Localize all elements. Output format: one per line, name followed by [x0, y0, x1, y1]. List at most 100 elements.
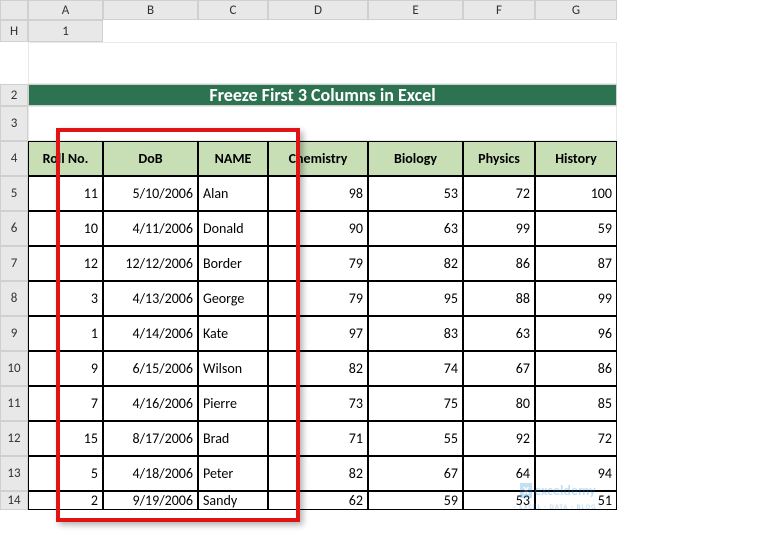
row-header-9[interactable]: 9: [0, 316, 28, 351]
col-header-H[interactable]: H: [0, 20, 28, 42]
table-cell[interactable]: 5: [28, 456, 103, 491]
col-header-B[interactable]: B: [103, 0, 198, 20]
row-header-1[interactable]: 1: [28, 20, 103, 42]
header-history[interactable]: History: [535, 141, 617, 176]
row-header-3[interactable]: 3: [0, 106, 28, 141]
table-cell[interactable]: 83: [368, 316, 463, 351]
table-cell[interactable]: 11: [28, 176, 103, 211]
table-cell[interactable]: 9: [28, 351, 103, 386]
table-cell[interactable]: 7: [28, 386, 103, 421]
header-physics[interactable]: Physics: [463, 141, 535, 176]
table-cell[interactable]: 95: [368, 281, 463, 316]
table-cell[interactable]: 79: [268, 246, 368, 281]
table-cell[interactable]: Wilson: [198, 351, 268, 386]
col-header-E[interactable]: E: [368, 0, 463, 20]
table-cell[interactable]: 63: [463, 316, 535, 351]
cell-empty-row3[interactable]: [28, 106, 617, 141]
table-cell[interactable]: 71: [268, 421, 368, 456]
table-cell[interactable]: 62: [268, 491, 368, 510]
table-cell[interactable]: 63: [368, 211, 463, 246]
row-header-8[interactable]: 8: [0, 281, 28, 316]
table-cell[interactable]: Donald: [198, 211, 268, 246]
table-cell[interactable]: 6/15/2006: [103, 351, 198, 386]
table-cell[interactable]: 86: [463, 246, 535, 281]
col-header-C[interactable]: C: [198, 0, 268, 20]
table-cell[interactable]: 80: [463, 386, 535, 421]
table-cell[interactable]: 85: [535, 386, 617, 421]
table-cell[interactable]: 10: [28, 211, 103, 246]
table-cell[interactable]: Peter: [198, 456, 268, 491]
col-header-F[interactable]: F: [463, 0, 535, 20]
header-roll[interactable]: Roll No.: [28, 141, 103, 176]
table-cell[interactable]: 87: [535, 246, 617, 281]
table-cell[interactable]: 2: [28, 491, 103, 510]
table-cell[interactable]: 15: [28, 421, 103, 456]
table-cell[interactable]: 79: [268, 281, 368, 316]
table-cell[interactable]: 67: [463, 351, 535, 386]
table-cell[interactable]: 82: [268, 456, 368, 491]
row-header-6[interactable]: 6: [0, 211, 28, 246]
table-cell[interactable]: 86: [535, 351, 617, 386]
table-cell[interactable]: George: [198, 281, 268, 316]
row-header-4[interactable]: 4: [0, 141, 28, 176]
table-cell[interactable]: 75: [368, 386, 463, 421]
table-cell[interactable]: 12/12/2006: [103, 246, 198, 281]
row-header-7[interactable]: 7: [0, 246, 28, 281]
table-cell[interactable]: 100: [535, 176, 617, 211]
row-header-14[interactable]: 14: [0, 491, 28, 510]
table-cell[interactable]: 9/19/2006: [103, 491, 198, 510]
table-cell[interactable]: 98: [268, 176, 368, 211]
col-header-A[interactable]: A: [28, 0, 103, 20]
table-cell[interactable]: 96: [535, 316, 617, 351]
table-cell[interactable]: 72: [463, 176, 535, 211]
header-chemistry[interactable]: Chemistry: [268, 141, 368, 176]
table-cell[interactable]: 4/11/2006: [103, 211, 198, 246]
table-cell[interactable]: 4/16/2006: [103, 386, 198, 421]
table-cell[interactable]: Border: [198, 246, 268, 281]
header-biology[interactable]: Biology: [368, 141, 463, 176]
col-header-D[interactable]: D: [268, 0, 368, 20]
table-cell[interactable]: 74: [368, 351, 463, 386]
table-cell[interactable]: 99: [535, 281, 617, 316]
table-cell[interactable]: 82: [268, 351, 368, 386]
title-cell[interactable]: Freeze First 3 Columns in Excel: [28, 84, 617, 106]
row-header-2[interactable]: 2: [0, 84, 28, 106]
row-header-11[interactable]: 11: [0, 386, 28, 421]
table-cell[interactable]: 72: [535, 421, 617, 456]
table-cell[interactable]: 67: [368, 456, 463, 491]
select-all-corner[interactable]: [0, 0, 28, 20]
table-cell[interactable]: 55: [368, 421, 463, 456]
row-header-10[interactable]: 10: [0, 351, 28, 386]
table-cell[interactable]: Brad: [198, 421, 268, 456]
table-cell[interactable]: 59: [535, 211, 617, 246]
watermark-brand: exceldemy: [534, 482, 596, 499]
header-dob[interactable]: DoB: [103, 141, 198, 176]
table-cell[interactable]: 82: [368, 246, 463, 281]
table-cell[interactable]: 88: [463, 281, 535, 316]
table-cell[interactable]: Kate: [198, 316, 268, 351]
table-cell[interactable]: Sandy: [198, 491, 268, 510]
row-header-12[interactable]: 12: [0, 421, 28, 456]
table-cell[interactable]: 99: [463, 211, 535, 246]
table-cell[interactable]: 3: [28, 281, 103, 316]
table-cell[interactable]: 59: [368, 491, 463, 510]
table-cell[interactable]: 1: [28, 316, 103, 351]
row-header-5[interactable]: 5: [0, 176, 28, 211]
row-header-13[interactable]: 13: [0, 456, 28, 491]
table-cell[interactable]: 92: [463, 421, 535, 456]
header-name[interactable]: NAME: [198, 141, 268, 176]
table-cell[interactable]: Pierre: [198, 386, 268, 421]
table-cell[interactable]: 8/17/2006: [103, 421, 198, 456]
table-cell[interactable]: 97: [268, 316, 368, 351]
table-cell[interactable]: 73: [268, 386, 368, 421]
table-cell[interactable]: 4/13/2006: [103, 281, 198, 316]
table-cell[interactable]: 90: [268, 211, 368, 246]
table-cell[interactable]: 53: [368, 176, 463, 211]
cell-empty-row1[interactable]: [28, 42, 617, 84]
table-cell[interactable]: 4/18/2006: [103, 456, 198, 491]
table-cell[interactable]: 4/14/2006: [103, 316, 198, 351]
table-cell[interactable]: 12: [28, 246, 103, 281]
table-cell[interactable]: Alan: [198, 176, 268, 211]
col-header-G[interactable]: G: [535, 0, 617, 20]
table-cell[interactable]: 5/10/2006: [103, 176, 198, 211]
